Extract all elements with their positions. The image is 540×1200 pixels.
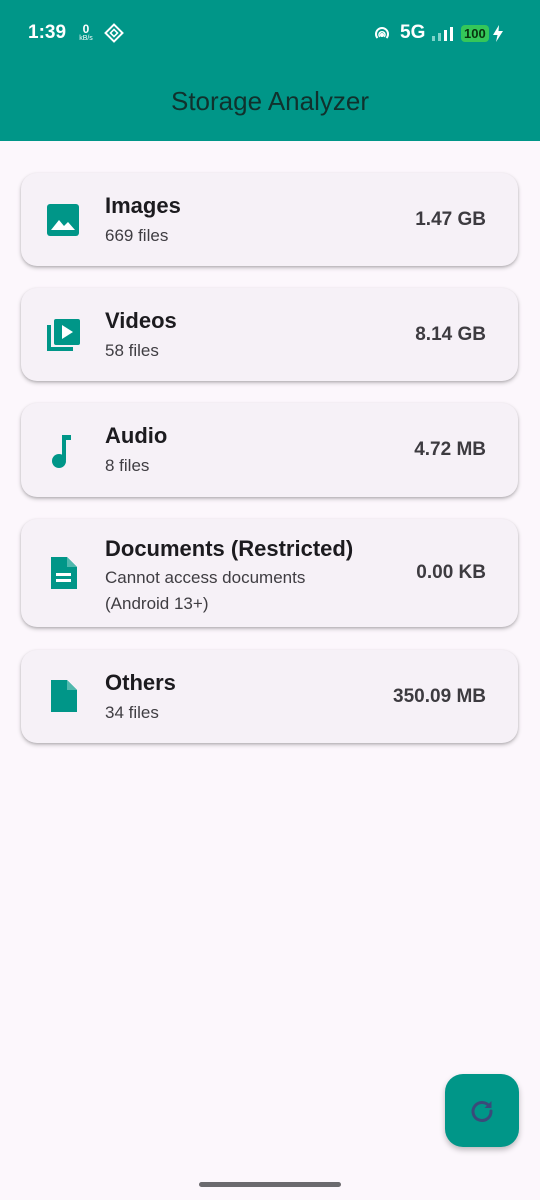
data-saver-icon [104, 23, 124, 43]
category-card-videos[interactable]: Videos 58 files 8.14 GB [21, 288, 518, 381]
network-speed-unit: kB/s [79, 35, 93, 42]
signal-icon [432, 27, 453, 41]
category-size: 8.14 GB [415, 324, 486, 345]
document-icon [51, 557, 77, 589]
home-indicator[interactable] [199, 1182, 341, 1187]
category-size: 4.72 MB [414, 439, 486, 460]
category-size: 0.00 KB [416, 562, 486, 583]
category-size: 1.47 GB [415, 209, 486, 230]
refresh-button[interactable] [445, 1074, 519, 1147]
category-name: Documents (Restricted) [105, 536, 354, 561]
category-card-documents[interactable]: Documents (Restricted) Cannot access doc… [21, 519, 518, 627]
category-card-others[interactable]: Others 34 files 350.09 MB [21, 650, 518, 743]
network-speed: 0 kB/s [76, 22, 96, 43]
category-size: 350.09 MB [393, 686, 486, 707]
app-bar: 1:39 0 kB/s 5G 100 Storage Analyzer [0, 0, 540, 141]
category-name: Audio [105, 423, 168, 448]
category-name: Videos [105, 308, 177, 333]
file-icon [51, 680, 77, 712]
battery-level: 100 [461, 25, 489, 42]
category-name: Images [105, 193, 181, 218]
category-card-audio[interactable]: Audio 8 files 4.72 MB [21, 403, 518, 497]
hotspot-icon [375, 27, 389, 39]
category-card-images[interactable]: Images 669 files 1.47 GB [21, 173, 518, 266]
network-speed-value: 0 [82, 22, 90, 36]
category-file-count: Cannot access documents (Android 13+) [105, 568, 306, 613]
image-icon [47, 204, 79, 236]
status-time: 1:39 [28, 22, 67, 43]
status-bar: 1:39 0 kB/s 5G 100 [0, 0, 540, 66]
video-library-icon [47, 319, 80, 351]
refresh-icon [471, 1100, 493, 1122]
page-title: Storage Analyzer [170, 86, 369, 116]
category-file-count: 8 files [105, 456, 150, 475]
charging-icon [493, 25, 503, 42]
category-name: Others [105, 670, 176, 695]
music-note-icon [52, 435, 71, 468]
network-type: 5G [400, 22, 426, 43]
category-file-count: 58 files [105, 341, 159, 360]
category-file-count: 669 files [105, 226, 169, 245]
category-file-count: 34 files [105, 703, 159, 722]
